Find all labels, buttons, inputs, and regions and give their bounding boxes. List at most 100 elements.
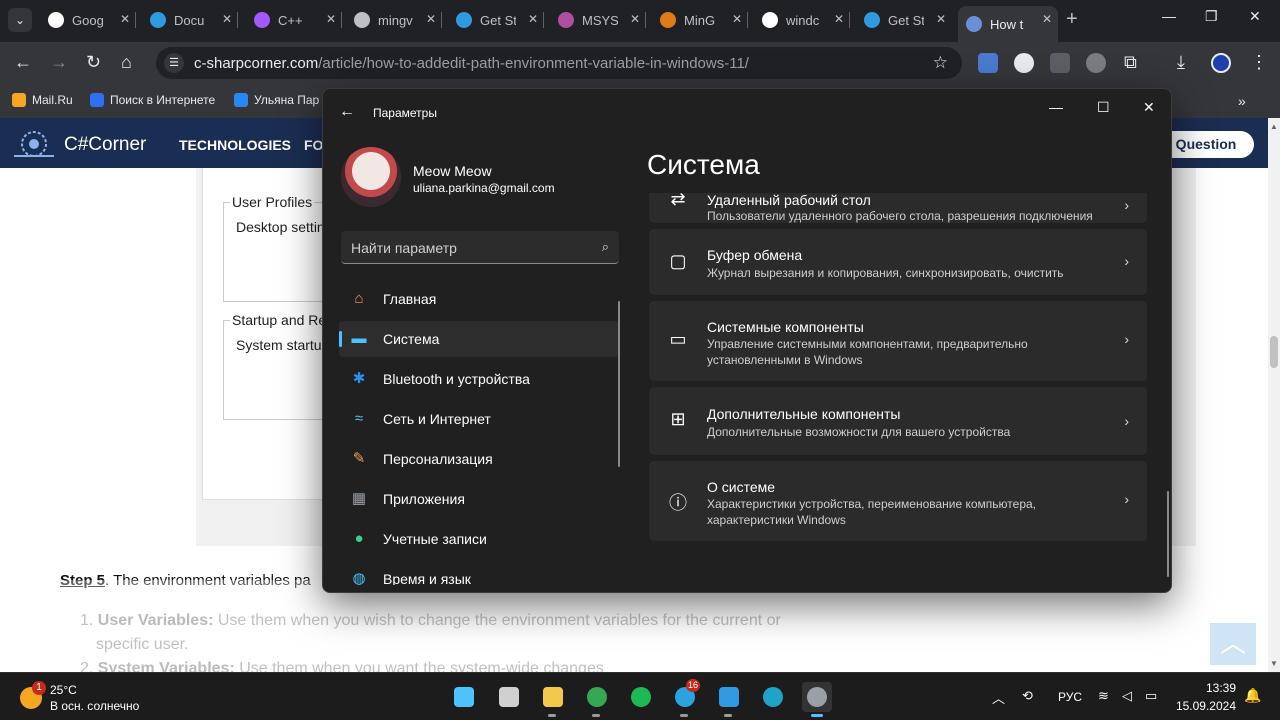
nav-forums[interactable]: FO [304,137,323,153]
nav-scrollbar[interactable] [618,301,620,467]
minimize-button[interactable]: — [1162,8,1176,24]
start-button[interactable] [449,682,479,712]
nav-item[interactable]: ✱ Bluetooth и устройства [339,361,619,397]
maximize-button[interactable]: ☐ [1097,99,1110,116]
edge-icon[interactable] [758,682,788,712]
browser-tab[interactable]: Goog ✕ [40,6,136,34]
vscode-icon[interactable] [714,682,744,717]
battery-icon[interactable]: ▭ [1145,688,1157,704]
extension-icon[interactable] [1014,53,1034,73]
browser-tab[interactable]: Docu ✕ [142,6,238,34]
settings-search-input[interactable] [351,238,591,258]
close-tab-icon[interactable]: ✕ [1042,12,1052,26]
new-tab-button[interactable]: + [1066,8,1078,31]
close-tab-icon[interactable]: ✕ [222,12,232,26]
close-tab-icon[interactable]: ✕ [426,12,436,26]
more-bookmarks-button[interactable]: » [1238,93,1246,109]
download-icon[interactable]: ⤓ [1177,52,1185,72]
bookmark-vk[interactable]: Ульяна Пар [234,93,319,107]
url-text[interactable]: c-sharpcorner.com/article/how-to-addedit… [194,55,749,72]
brand-name[interactable]: C#Corner [64,134,146,156]
address-bar[interactable]: ☰ c-sharpcorner.com/article/how-to-added… [156,47,962,79]
nav-item[interactable]: ◍ Время и язык [339,561,619,585]
back-arrow-icon[interactable]: ← [339,103,355,121]
extension-icon[interactable] [1050,53,1070,73]
card-clipboard[interactable]: ▢ Буфер обмена Журнал вырезания и копиро… [649,229,1147,295]
nav-technologies[interactable]: TECHNOLOGIES [179,137,291,153]
card-remote-desktop[interactable]: ⇄ Удаленный рабочий стол Пользователи уд… [649,193,1147,223]
scroll-up-arrow-icon[interactable]: ▲ [1270,122,1278,131]
settings-title-bar: ← Параметры — ☐ ✕ [323,89,1171,133]
card-about[interactable]: ⓘ О системе Характеристики устройства, п… [649,461,1147,541]
browser-tab[interactable]: windc ✕ [754,6,850,34]
translate-extension-icon[interactable] [978,53,998,73]
tab-search-chevron-icon[interactable]: ⌄ [8,8,32,32]
close-tab-icon[interactable]: ✕ [326,12,336,26]
site-info-icon[interactable]: ☰ [164,53,184,73]
task-view-button[interactable] [494,682,524,712]
sync-icon[interactable]: ⟲ [1022,688,1033,704]
show-hidden-icons-chevron-icon[interactable]: ︿ [992,688,1005,707]
nav-item[interactable]: ⌂ Главная [339,285,619,317]
page-scrollbar[interactable]: ▲ ▼ [1268,118,1280,672]
settings-search-box[interactable]: ⌕ [341,231,619,264]
spotify-icon[interactable] [626,682,656,712]
card-system-components[interactable]: ▭ Системные компоненты Управление систем… [649,301,1147,381]
scrollbar-thumb[interactable] [1270,336,1278,368]
browser-tab[interactable]: C++ ✕ [246,6,342,34]
close-tab-icon[interactable]: ✕ [936,12,946,26]
csharpcorner-logo-icon[interactable] [10,126,58,160]
profile-avatar[interactable] [1211,53,1231,73]
content-scrollbar[interactable] [1167,491,1169,577]
nav-item[interactable]: ≈ Сеть и Интернет [339,401,619,437]
bookmark-mailru[interactable]: Mail.Ru [12,93,73,107]
back-arrow-icon[interactable]: ← [14,52,32,72]
card-optional-features[interactable]: ⊞ Дополнительные компоненты Дополнительн… [649,387,1147,455]
scroll-to-top-button[interactable]: ︿ [1210,623,1256,665]
weather-temperature[interactable]: 25°C [50,683,77,697]
settings-icon[interactable] [802,682,832,717]
bookmark-search[interactable]: Поиск в Интернете [90,93,215,107]
home-icon[interactable]: ⌂ [121,52,132,72]
search-icon[interactable]: ⌕ [602,239,609,255]
nav-item[interactable]: ✎ Персонализация [339,441,619,477]
close-tab-icon[interactable]: ✕ [630,12,640,26]
close-tab-icon[interactable]: ✕ [120,12,130,26]
chrome-icon[interactable] [582,682,612,717]
language-indicator[interactable]: РУС [1058,690,1082,704]
close-tab-icon[interactable]: ✕ [834,12,844,26]
reload-icon[interactable]: ↻ [86,52,101,72]
nav-item[interactable]: ▬ Система [339,321,619,357]
browser-tab[interactable]: How t ✕ [958,6,1058,42]
close-tab-icon[interactable]: ✕ [528,12,538,26]
browser-tab[interactable]: MSYS ✕ [550,6,646,34]
scroll-down-arrow-icon[interactable]: ▼ [1270,659,1278,668]
nav-item[interactable]: ● Учетные записи [339,521,619,557]
weather-condition[interactable]: В осн. солнечно [50,699,139,713]
extension-icon[interactable] [1086,53,1106,73]
close-tab-icon[interactable]: ✕ [732,12,742,26]
browser-tab[interactable]: Get St ✕ [448,6,544,34]
clock-date[interactable]: 15.09.2024 [1172,699,1236,713]
browser-tab[interactable]: MinG ✕ [652,6,748,34]
extensions-puzzle-icon[interactable]: ⧉ [1124,52,1137,72]
bookmark-star-icon[interactable]: ☆ [933,53,948,73]
notification-bell-icon[interactable]: 🔔 [1244,687,1261,704]
browser-tab[interactable]: Get St ✕ [856,6,952,34]
browser-menu-icon[interactable]: ⋮ [1250,52,1268,72]
user-avatar[interactable] [341,147,401,207]
wifi-icon[interactable]: ≋ [1098,688,1109,704]
telegram-icon[interactable]: 16 [670,679,701,717]
weather-widget[interactable]: 1 [18,681,46,711]
close-window-button[interactable]: ✕ [1249,8,1261,25]
forward-arrow-icon[interactable]: → [50,52,68,72]
minimize-button[interactable]: — [1049,99,1063,115]
nav-item[interactable]: ▦ Приложения [339,481,619,517]
volume-icon[interactable]: ◁ [1122,688,1132,704]
close-button[interactable]: ✕ [1143,99,1155,116]
restore-button[interactable]: ❐ [1205,8,1218,25]
clock-time[interactable]: 13:39 [1180,681,1236,695]
browser-tab[interactable]: mingv ✕ [346,6,442,34]
file-explorer-icon[interactable] [538,682,568,717]
person-icon: ● [354,530,364,547]
